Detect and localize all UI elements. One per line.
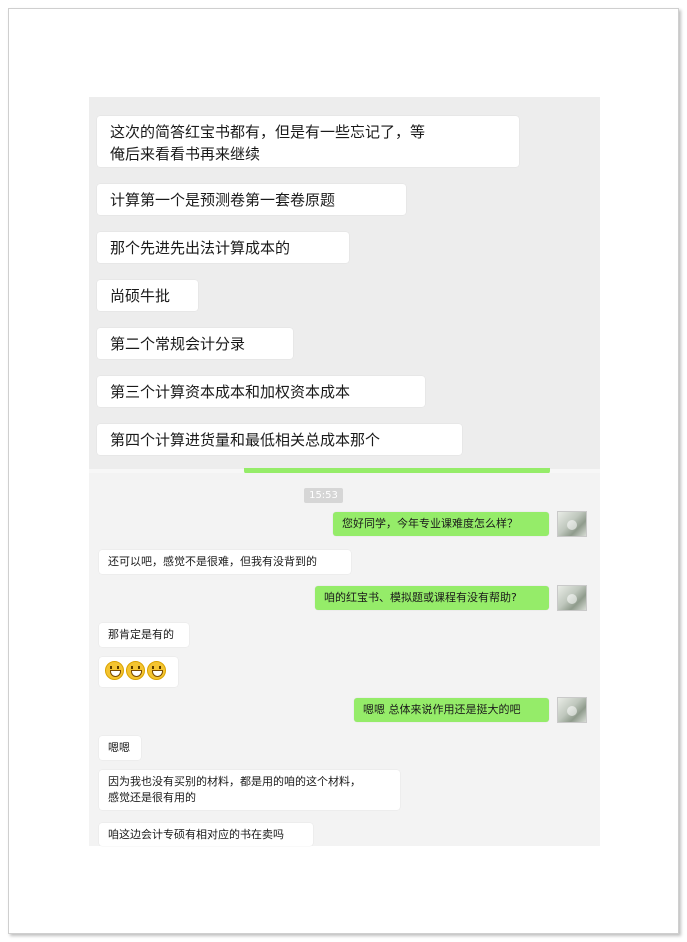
message-bubble-received[interactable]: 第三个计算资本成本和加权资本成本 bbox=[97, 376, 425, 407]
message-text: 还可以吧，感觉不是很难，但我有没背到的 bbox=[108, 555, 317, 568]
message-text: 咱这边会计专硕有相对应的书在卖吗 bbox=[108, 828, 284, 841]
message-text: 尚硕牛批 bbox=[110, 287, 171, 305]
grin-emoji-icon bbox=[147, 661, 166, 680]
message-bubble-sent[interactable]: 咱的红宝书、模拟题或课程有没有帮助? bbox=[315, 586, 549, 610]
message-bubble-received[interactable]: 尚硕牛批 bbox=[97, 280, 198, 311]
message-text: 嗯嗯 bbox=[108, 741, 130, 754]
timestamp-badge: 15:53 bbox=[304, 488, 343, 503]
message-bubble-sent[interactable]: 嗯嗯 总体来说作用还是挺大的吧 bbox=[354, 698, 549, 722]
message-bubble-received[interactable]: 还可以吧，感觉不是很难，但我有没背到的 bbox=[99, 550, 351, 574]
message-bubble-received[interactable]: 咱这边会计专硕有相对应的书在卖吗 bbox=[99, 823, 313, 846]
message-text-line: 感觉还是很有用的 bbox=[108, 791, 196, 804]
message-bubble-sent[interactable]: 您好同学，今年专业课难度怎么样？ bbox=[333, 512, 549, 536]
message-text: 第四个计算进货量和最低相关总成本那个 bbox=[110, 431, 381, 449]
message-text-line: 因为我也没有买别的材料，都是用的咱的这个材料， bbox=[108, 775, 361, 788]
message-bubble-received[interactable]: 因为我也没有买别的材料，都是用的咱的这个材料， 感觉还是很有用的 bbox=[99, 770, 400, 810]
message-text: 嗯嗯 总体来说作用还是挺大的吧 bbox=[363, 703, 521, 716]
message-bubble-received[interactable]: 计算第一个是预测卷第一套卷原题 bbox=[97, 184, 406, 215]
avatar[interactable] bbox=[557, 511, 587, 537]
message-text: 第三个计算资本成本和加权资本成本 bbox=[110, 383, 351, 401]
message-text: 第二个常规会计分录 bbox=[110, 335, 246, 353]
message-text-line: 俺后来看看书再来继续 bbox=[110, 145, 261, 163]
avatar[interactable] bbox=[557, 697, 587, 723]
message-text-line: 这次的简答红宝书都有，但是有一些忘记了，等 bbox=[110, 123, 426, 141]
message-bubble-received[interactable]: 那个先进先出法计算成本的 bbox=[97, 232, 349, 263]
message-text: 那个先进先出法计算成本的 bbox=[110, 239, 291, 257]
message-bubble-received[interactable]: 那肯定是有的 bbox=[99, 623, 189, 647]
message-bubble-received[interactable]: 第四个计算进货量和最低相关总成本那个 bbox=[97, 424, 462, 455]
message-text: 您好同学，今年专业课难度怎么样？ bbox=[342, 517, 518, 530]
grin-emoji-icon bbox=[126, 661, 145, 680]
message-text: 咱的红宝书、模拟题或课程有没有帮助? bbox=[324, 591, 517, 604]
message-bubble-received[interactable]: 嗯嗯 bbox=[99, 736, 141, 760]
message-bubble-received[interactable]: 这次的简答红宝书都有，但是有一些忘记了，等 俺后来看看书再来继续 bbox=[97, 116, 519, 167]
emoji-bubble[interactable] bbox=[99, 657, 178, 687]
message-bubble-received[interactable]: 第二个常规会计分录 bbox=[97, 328, 293, 359]
message-text: 那肯定是有的 bbox=[108, 628, 174, 641]
message-text: 计算第一个是预测卷第一套卷原题 bbox=[110, 191, 336, 209]
avatar[interactable] bbox=[557, 585, 587, 611]
grin-emoji-icon bbox=[105, 661, 124, 680]
